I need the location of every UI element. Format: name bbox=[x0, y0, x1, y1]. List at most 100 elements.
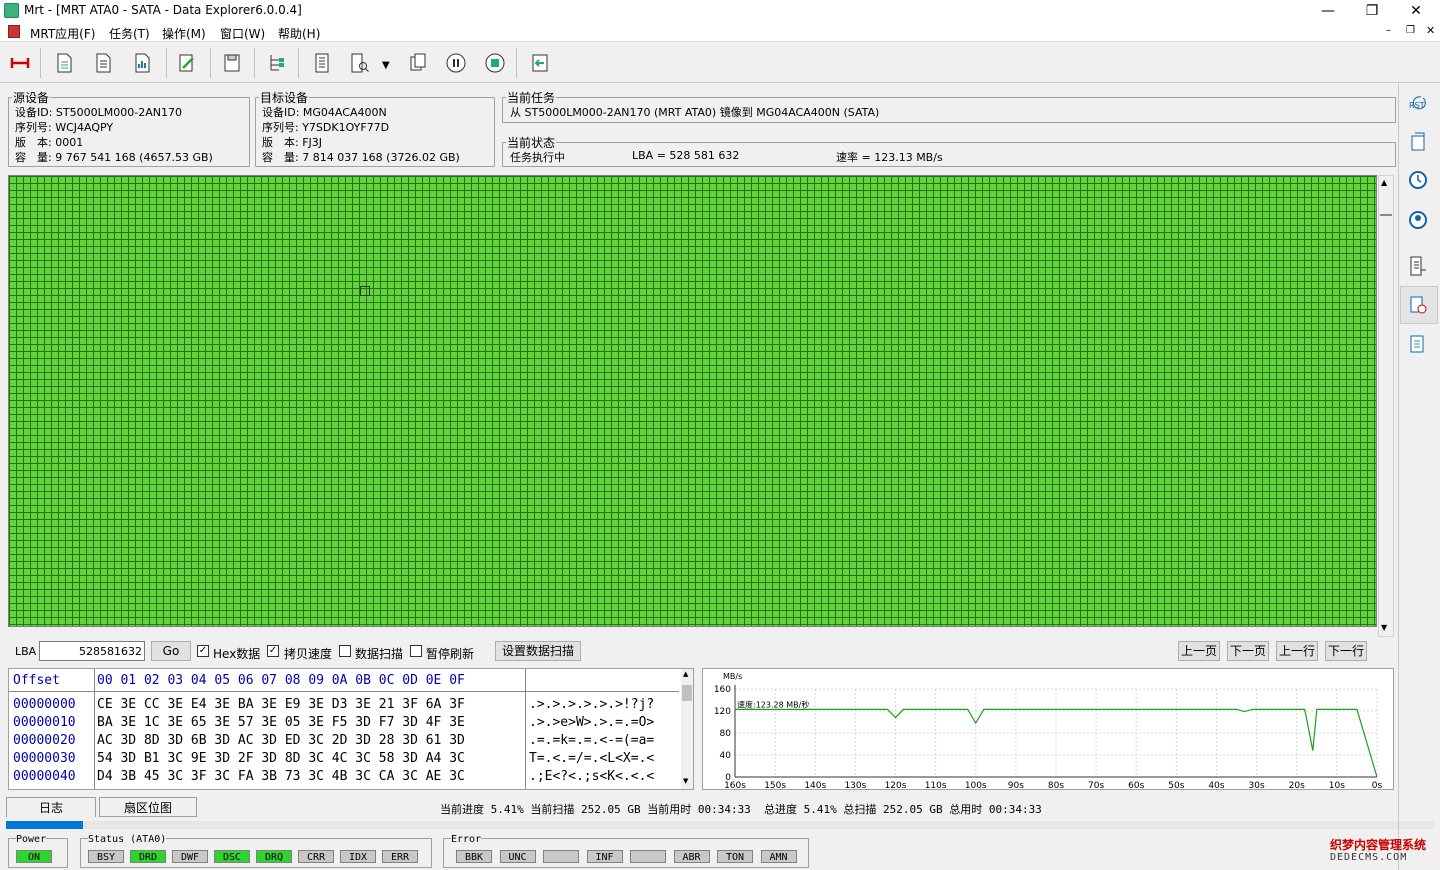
led-status-dwf: DWF bbox=[172, 850, 208, 863]
search-doc-icon[interactable] bbox=[345, 49, 373, 77]
edit-icon[interactable] bbox=[173, 49, 201, 77]
map-scrollbar[interactable]: ▲ ▼ bbox=[1378, 175, 1394, 637]
hex-row-ascii: .;E<?<.;s<K<.<.< bbox=[529, 769, 655, 784]
copy-speed-checkbox[interactable]: ✓ bbox=[267, 645, 279, 657]
tab-sector-bitmap[interactable]: 扇区位图 bbox=[99, 797, 197, 817]
hex-row-bytes[interactable]: AC 3D 8D 3D 6B 3D AC 3D ED 3C 2D 3D 28 3… bbox=[97, 733, 465, 748]
x-tick-label: 30s bbox=[1249, 781, 1265, 789]
mdi-close-button[interactable]: ✕ bbox=[1426, 24, 1435, 37]
x-tick-label: 110s bbox=[925, 781, 947, 789]
data-scan-label: 数据扫描 bbox=[355, 647, 404, 661]
y-tick-label: 40 bbox=[720, 751, 732, 761]
tree-icon[interactable] bbox=[263, 49, 291, 77]
watermark-line1: 织梦内容管理系统 bbox=[1330, 838, 1427, 852]
y-axis-label: MB/s bbox=[723, 672, 742, 681]
prev-line-button[interactable]: 上一行 bbox=[1276, 641, 1318, 661]
report-side-icon[interactable] bbox=[1404, 330, 1432, 358]
hex-scrollbar[interactable]: ▲ ▼ bbox=[681, 669, 693, 789]
target-capacity: 容 量: 7 814 037 168 (3726.02 GB) bbox=[262, 151, 460, 164]
speed-annotation: 速度:123.28 MB/秒 bbox=[737, 699, 809, 709]
progress-bar-fill bbox=[6, 821, 84, 829]
total-progress-text: 总进度 5.41% 总扫描 252.05 GB 总用时 00:34:33 bbox=[764, 803, 1042, 816]
hex-row-bytes[interactable]: BA 3E 1C 3E 65 3E 57 3E 05 3E F5 3D F7 3… bbox=[97, 715, 465, 730]
dropdown-arrow-icon[interactable]: ▼ bbox=[382, 60, 390, 71]
copy-icon[interactable] bbox=[404, 49, 432, 77]
exit-icon[interactable] bbox=[526, 49, 554, 77]
x-tick-label: 10s bbox=[1329, 781, 1345, 789]
offset-header: Offset bbox=[13, 673, 60, 688]
clock-icon[interactable] bbox=[1404, 166, 1432, 194]
lba-label: LBA bbox=[15, 645, 37, 658]
hex-viewer[interactable]: Offset 00 01 02 03 04 05 06 07 08 09 0A … bbox=[8, 668, 694, 790]
maximize-button[interactable]: ❐ bbox=[1350, 0, 1394, 22]
lba-input[interactable] bbox=[39, 641, 145, 661]
x-tick-label: 50s bbox=[1168, 781, 1184, 789]
menu-help[interactable]: 帮助(H) bbox=[278, 25, 320, 42]
go-button[interactable]: Go bbox=[151, 641, 191, 661]
pause-icon[interactable] bbox=[442, 49, 470, 77]
target-icon[interactable] bbox=[1404, 291, 1432, 319]
hex-row-bytes[interactable]: D4 3B 45 3C 3F 3C FA 3B 73 3C 4B 3C CA 3… bbox=[97, 769, 465, 784]
hex-checkbox[interactable]: ✓ bbox=[197, 645, 209, 657]
menu-bar: MRT应用(F) 任务(T) 操作(M) 窗口(W) 帮助(H) – ❐ ✕ bbox=[0, 22, 1440, 42]
measure-icon[interactable] bbox=[6, 49, 34, 77]
mdi-restore-button[interactable]: ❐ bbox=[1406, 25, 1415, 36]
user-icon[interactable] bbox=[1404, 206, 1432, 234]
next-page-button[interactable]: 下一页 bbox=[1227, 641, 1269, 661]
reset-icon[interactable]: RST bbox=[1404, 90, 1432, 118]
x-tick-label: 40s bbox=[1208, 781, 1224, 789]
next-line-button[interactable]: 下一行 bbox=[1325, 641, 1367, 661]
hex-row-bytes[interactable]: CE 3E CC 3E E4 3E BA 3E E9 3E D3 3E 21 3… bbox=[97, 697, 465, 712]
prev-page-button[interactable]: 上一页 bbox=[1178, 641, 1220, 661]
status-speed: 速率 = 123.13 MB/s bbox=[836, 151, 943, 164]
led-error-bbk: BBK bbox=[456, 850, 492, 863]
led-error-unc: UNC bbox=[499, 850, 536, 863]
hex-row-offset: 00000030 bbox=[13, 751, 76, 766]
led-status-err: ERR bbox=[382, 850, 418, 863]
led-error-inf: INF bbox=[586, 850, 623, 863]
target-serial: 序列号: Y7SDK1OYF77D bbox=[262, 121, 390, 134]
sector-map[interactable] bbox=[8, 175, 1377, 627]
led-status-bsy: BSY bbox=[88, 850, 124, 863]
scroll-down-icon[interactable]: ▼ bbox=[1381, 623, 1387, 632]
menu-window[interactable]: 窗口(W) bbox=[220, 25, 265, 42]
document-list-icon[interactable] bbox=[89, 49, 117, 77]
menu-operation[interactable]: 操作(M) bbox=[162, 25, 206, 42]
led-error-ton: TON bbox=[717, 850, 753, 863]
x-tick-label: 160s bbox=[724, 781, 746, 789]
x-tick-label: 80s bbox=[1048, 781, 1064, 789]
menu-task[interactable]: 任务(T) bbox=[109, 25, 150, 42]
source-version: 版 本: 0001 bbox=[15, 136, 84, 149]
set-data-scan-button[interactable]: 设置数据扫描 bbox=[495, 641, 581, 661]
close-button[interactable]: ✕ bbox=[1394, 0, 1438, 22]
led-error-blank-2 bbox=[543, 850, 579, 863]
scroll-thumb[interactable] bbox=[1380, 214, 1392, 216]
source-capacity: 容 量: 9 767 541 168 (4657.53 GB) bbox=[15, 151, 213, 164]
hex-row-bytes[interactable]: 54 3D B1 3C 9E 3D 2F 3D 8D 3C 4C 3C 58 3… bbox=[97, 751, 465, 766]
tab-log[interactable]: 日志 bbox=[6, 797, 96, 817]
status-state: 任务执行中 bbox=[510, 151, 565, 164]
log-icon[interactable] bbox=[1404, 252, 1432, 280]
minimize-button[interactable]: — bbox=[1306, 0, 1350, 22]
mdi-minimize-button[interactable]: – bbox=[1386, 25, 1391, 36]
scroll-up-icon[interactable]: ▲ bbox=[1381, 178, 1387, 187]
stop-icon[interactable] bbox=[481, 49, 509, 77]
y-tick-label: 160 bbox=[714, 685, 731, 695]
copy-disk-icon[interactable] bbox=[1404, 128, 1432, 156]
hex-row-offset: 00000000 bbox=[13, 697, 76, 712]
power-label: Power bbox=[16, 834, 47, 845]
error-box bbox=[443, 838, 809, 868]
y-tick-label: 120 bbox=[714, 707, 731, 717]
pause-refresh-checkbox[interactable] bbox=[410, 645, 422, 657]
x-tick-label: 130s bbox=[844, 781, 866, 789]
window-title: Mrt - [MRT ATA0 - SATA - Data Explorer6.… bbox=[24, 3, 302, 17]
x-tick-label: 100s bbox=[965, 781, 987, 789]
document-icon[interactable] bbox=[50, 49, 78, 77]
data-scan-checkbox[interactable] bbox=[339, 645, 351, 657]
save-icon[interactable] bbox=[218, 49, 246, 77]
menu-mrt-app[interactable]: MRT应用(F) bbox=[30, 25, 95, 42]
chart-doc-icon[interactable] bbox=[128, 49, 156, 77]
doc-icon bbox=[8, 25, 20, 38]
report-icon[interactable] bbox=[308, 49, 336, 77]
source-serial: 序列号: WCJ4AQPY bbox=[15, 121, 114, 134]
